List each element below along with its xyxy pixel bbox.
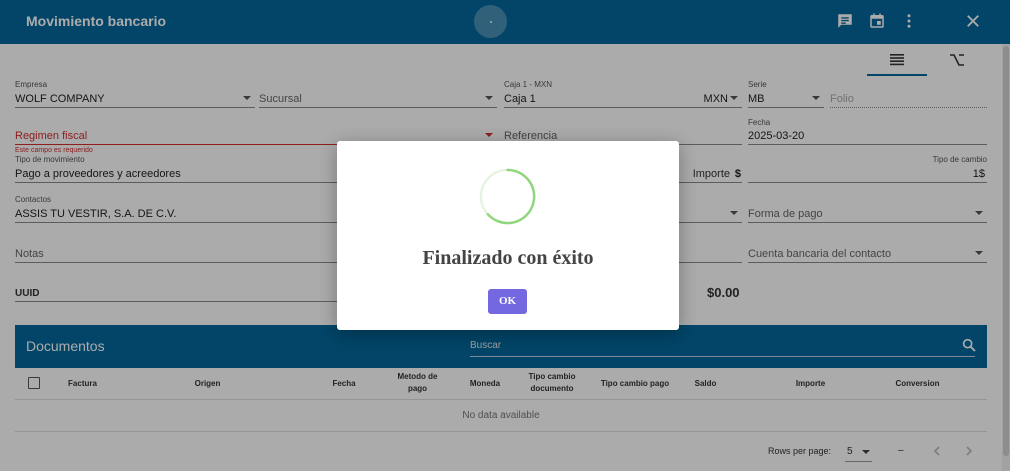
ok-button[interactable]: OK	[488, 289, 527, 314]
scrollbar-thumb[interactable]	[1003, 46, 1009, 456]
dialog-title: Finalizado con éxito	[422, 247, 594, 269]
success-spinner-icon	[479, 168, 536, 225]
success-dialog: Finalizado con éxito OK	[337, 141, 679, 330]
